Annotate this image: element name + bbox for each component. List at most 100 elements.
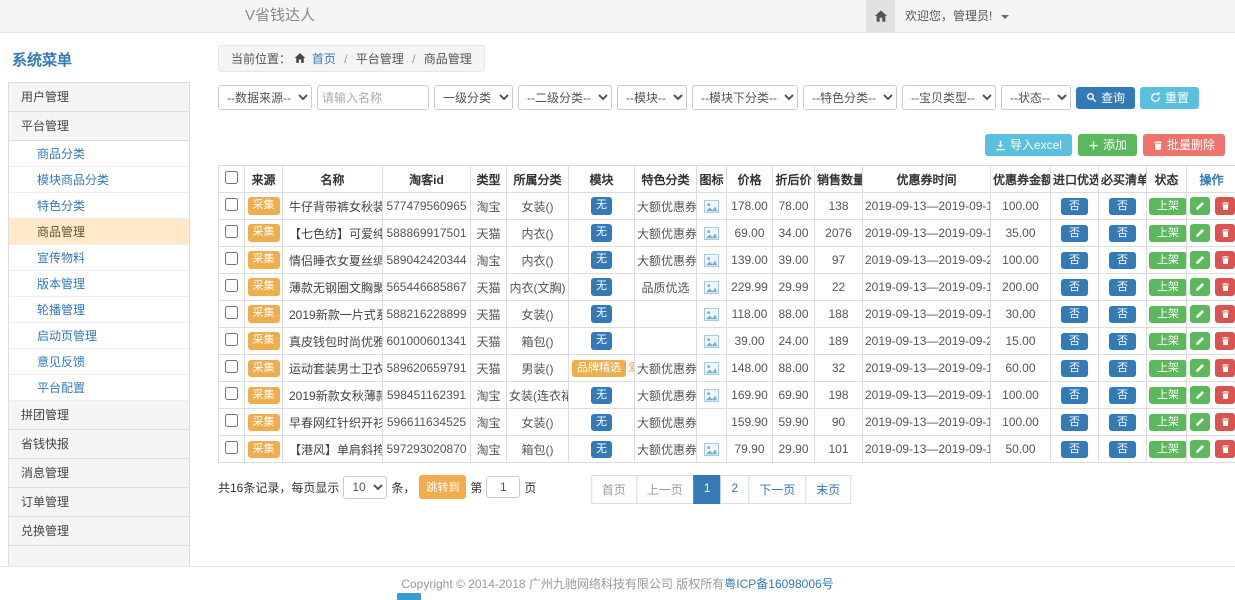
edit-button[interactable]: [1190, 224, 1210, 242]
row-checkbox[interactable]: [225, 306, 238, 319]
sidebar-item-order-management[interactable]: 订单管理: [9, 488, 189, 517]
status-button[interactable]: 上架: [1149, 225, 1187, 242]
edit-button[interactable]: [1190, 359, 1210, 377]
must-buy-button[interactable]: 否: [1109, 360, 1136, 377]
must-buy-button[interactable]: 否: [1109, 441, 1136, 458]
delete-button[interactable]: [1215, 224, 1235, 242]
row-checkbox[interactable]: [225, 252, 238, 265]
search-button[interactable]: 查询: [1076, 87, 1135, 109]
row-checkbox[interactable]: [225, 441, 238, 454]
status-button[interactable]: 上架: [1149, 441, 1187, 458]
sidebar-item-clipped-item[interactable]: [9, 546, 189, 566]
row-checkbox[interactable]: [225, 198, 238, 211]
featured-category-select[interactable]: --特色分类--: [803, 85, 897, 110]
edit-button[interactable]: [1190, 278, 1210, 296]
status-button[interactable]: 上架: [1149, 252, 1187, 269]
edit-button[interactable]: [1190, 197, 1210, 215]
page-button-3[interactable]: 2: [721, 475, 750, 504]
import-select-button[interactable]: 否: [1061, 333, 1088, 350]
import-select-button[interactable]: 否: [1061, 360, 1088, 377]
name-input[interactable]: [317, 85, 429, 110]
page-button-4[interactable]: 下一页: [748, 475, 806, 504]
status-button[interactable]: 上架: [1149, 198, 1187, 215]
module-sub-category-select[interactable]: --模块下分类--: [692, 85, 798, 110]
sidebar-item-module-product-category[interactable]: 模块商品分类: [9, 167, 189, 193]
row-checkbox[interactable]: [225, 279, 238, 292]
import-select-button[interactable]: 否: [1061, 252, 1088, 269]
sidebar-item-featured-category[interactable]: 特色分类: [9, 193, 189, 219]
status-select[interactable]: --状态--: [1001, 85, 1071, 110]
row-checkbox[interactable]: [225, 360, 238, 373]
batch-delete-button[interactable]: 批量删除: [1143, 134, 1225, 156]
status-button[interactable]: 上架: [1149, 306, 1187, 323]
sidebar-item-user-management[interactable]: 用户管理: [9, 83, 189, 112]
page-button-2[interactable]: 1: [693, 475, 722, 504]
sidebar-item-product-category[interactable]: 商品分类: [9, 141, 189, 167]
delete-button[interactable]: [1215, 197, 1235, 215]
add-button[interactable]: 添加: [1078, 134, 1137, 156]
delete-button[interactable]: [1215, 251, 1235, 269]
sidebar-item-saving-express[interactable]: 省钱快报: [9, 430, 189, 459]
delete-button[interactable]: [1215, 413, 1235, 431]
sidebar-item-exchange-management[interactable]: 兑换管理: [9, 517, 189, 546]
row-checkbox[interactable]: [225, 414, 238, 427]
user-menu[interactable]: 欢迎您，管理员!: [905, 0, 1009, 32]
must-buy-button[interactable]: 否: [1109, 306, 1136, 323]
must-buy-button[interactable]: 否: [1109, 333, 1136, 350]
edit-button[interactable]: [1190, 440, 1210, 458]
must-buy-button[interactable]: 否: [1109, 279, 1136, 296]
edit-button[interactable]: [1190, 332, 1210, 350]
delete-button[interactable]: [1215, 359, 1235, 377]
data-source-select[interactable]: --数据来源--: [218, 85, 312, 110]
sidebar-item-platform-config[interactable]: 平台配置: [9, 375, 189, 401]
icp-link[interactable]: 粤ICP备16098006号: [724, 575, 833, 592]
delete-button[interactable]: [1215, 305, 1235, 323]
import-select-button[interactable]: 否: [1061, 414, 1088, 431]
page-button-0[interactable]: 首页: [591, 475, 637, 504]
row-checkbox[interactable]: [225, 333, 238, 346]
delete-button[interactable]: [1215, 440, 1235, 458]
row-checkbox[interactable]: [225, 387, 238, 400]
edit-button[interactable]: [1190, 305, 1210, 323]
sidebar-item-promo-materials[interactable]: 宣传物料: [9, 245, 189, 271]
import-select-button[interactable]: 否: [1061, 387, 1088, 404]
module-select[interactable]: --模块--: [617, 85, 687, 110]
jump-button[interactable]: 跳转到: [419, 475, 466, 499]
edit-button[interactable]: [1190, 386, 1210, 404]
delete-button[interactable]: [1215, 386, 1235, 404]
sidebar-item-product-management[interactable]: 商品管理: [9, 219, 189, 245]
page-number-input[interactable]: [486, 476, 520, 498]
category-level1-select[interactable]: 一级分类: [434, 85, 513, 110]
import-select-button[interactable]: 否: [1061, 225, 1088, 242]
must-buy-button[interactable]: 否: [1109, 225, 1136, 242]
delete-button[interactable]: [1215, 278, 1235, 296]
category-level2-select[interactable]: --二级分类--: [518, 85, 612, 110]
breadcrumb-home-link[interactable]: 首页: [312, 52, 336, 66]
row-checkbox[interactable]: [225, 225, 238, 238]
item-type-select[interactable]: --宝贝类型--: [902, 85, 996, 110]
per-page-select[interactable]: 10: [343, 476, 387, 499]
sidebar-item-splash-page-management[interactable]: 启动页管理: [9, 323, 189, 349]
must-buy-button[interactable]: 否: [1109, 414, 1136, 431]
must-buy-button[interactable]: 否: [1109, 387, 1136, 404]
home-button[interactable]: [866, 0, 895, 32]
must-buy-button[interactable]: 否: [1109, 252, 1136, 269]
import-select-button[interactable]: 否: [1061, 441, 1088, 458]
status-button[interactable]: 上架: [1149, 333, 1187, 350]
page-button-1[interactable]: 上一页: [636, 475, 694, 504]
sidebar-item-feedback[interactable]: 意见反馈: [9, 349, 189, 375]
must-buy-button[interactable]: 否: [1109, 198, 1136, 215]
reset-button[interactable]: 重置: [1140, 87, 1199, 109]
sidebar-item-carousel-management[interactable]: 轮播管理: [9, 297, 189, 323]
sidebar-item-platform-management[interactable]: 平台管理: [9, 112, 189, 141]
status-button[interactable]: 上架: [1149, 414, 1187, 431]
import-excel-button[interactable]: 导入excel: [985, 134, 1072, 156]
sidebar-item-version-management[interactable]: 版本管理: [9, 271, 189, 297]
status-button[interactable]: 上架: [1149, 360, 1187, 377]
status-button[interactable]: 上架: [1149, 279, 1187, 296]
select-all-checkbox[interactable]: [225, 171, 238, 184]
sidebar-item-groupbuy-management[interactable]: 拼团管理: [9, 401, 189, 430]
edit-button[interactable]: [1190, 251, 1210, 269]
status-button[interactable]: 上架: [1149, 387, 1187, 404]
page-button-5[interactable]: 末页: [805, 475, 851, 504]
